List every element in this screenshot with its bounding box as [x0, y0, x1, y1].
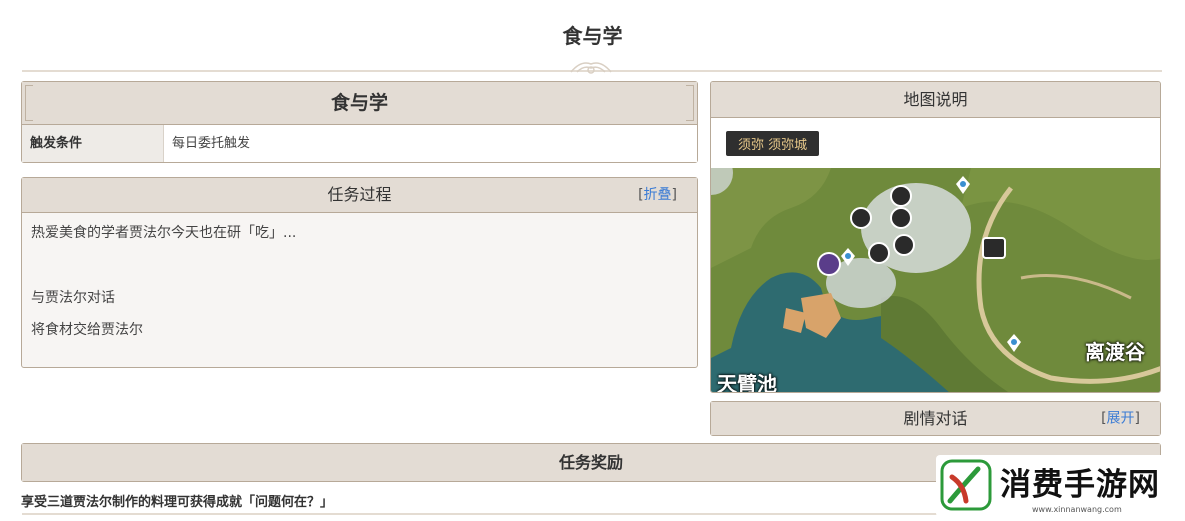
corner-ornament-icon: [686, 85, 694, 121]
map-tags: 须弥 须弥城: [711, 118, 1160, 168]
dialog-title: 剧情对话: [903, 409, 968, 428]
site-logo-icon: [940, 459, 992, 511]
map-header: 地图说明: [711, 82, 1160, 118]
map-panel: 地图说明 须弥 须弥城 天臂池 离渡谷: [710, 81, 1161, 393]
map-label-right: 离渡谷: [1085, 340, 1145, 364]
expand-toggle[interactable]: [展开]: [1101, 402, 1140, 435]
reward-text: 享受三道贾法尔制作的料理可获得成就「问题何在？」: [21, 495, 334, 510]
watermark-url: www.xinnanwang.com: [1032, 505, 1122, 514]
ornament-icon: [570, 62, 612, 74]
expand-link[interactable]: 展开: [1107, 410, 1135, 426]
dialog-panel: 剧情对话 [展开]: [710, 401, 1161, 436]
reward-title: 任务奖励: [558, 453, 623, 472]
trigger-value: 每日委托触发: [172, 136, 251, 151]
process-title: 任务过程: [327, 185, 392, 204]
quest-name: 食与学: [330, 92, 388, 114]
map-title: 地图说明: [903, 90, 968, 109]
watermark-text: 消费手游网: [1000, 467, 1160, 503]
collapse-toggle[interactable]: [折叠]: [638, 178, 677, 212]
process-line: 将食材交给贾法尔: [31, 322, 143, 338]
page-title: 食与学: [562, 24, 623, 48]
location-tag[interactable]: 须弥 须弥城: [726, 131, 820, 156]
process-line: [31, 243, 688, 263]
process-header: 任务过程 [折叠]: [22, 178, 697, 213]
quest-name-header: 食与学: [22, 82, 697, 125]
process-line: 与贾法尔对话: [31, 290, 115, 306]
process-line: [31, 308, 688, 320]
trigger-row: 触发条件 每日委托触发: [22, 125, 697, 162]
corner-ornament-icon: [25, 85, 33, 121]
quest-info-panel: 食与学 触发条件 每日委托触发: [21, 81, 698, 163]
process-line: 热爱美食的学者贾法尔今天也在研「吃」...: [31, 225, 297, 241]
watermark: 消费手游网 www.xinnanwang.com: [936, 455, 1181, 517]
process-body: 热爱美食的学者贾法尔今天也在研「吃」... 与贾法尔对话 将食材交给贾法尔: [22, 213, 697, 350]
collapse-link[interactable]: 折叠: [644, 187, 672, 203]
quest-process-panel: 任务过程 [折叠] 热爱美食的学者贾法尔今天也在研「吃」... 与贾法尔对话 将…: [21, 177, 698, 368]
trigger-label: 触发条件: [22, 125, 164, 162]
dialog-header: 剧情对话 [展开]: [711, 402, 1160, 435]
map-label-left: 天臂池: [717, 372, 777, 393]
process-line: [31, 263, 688, 283]
